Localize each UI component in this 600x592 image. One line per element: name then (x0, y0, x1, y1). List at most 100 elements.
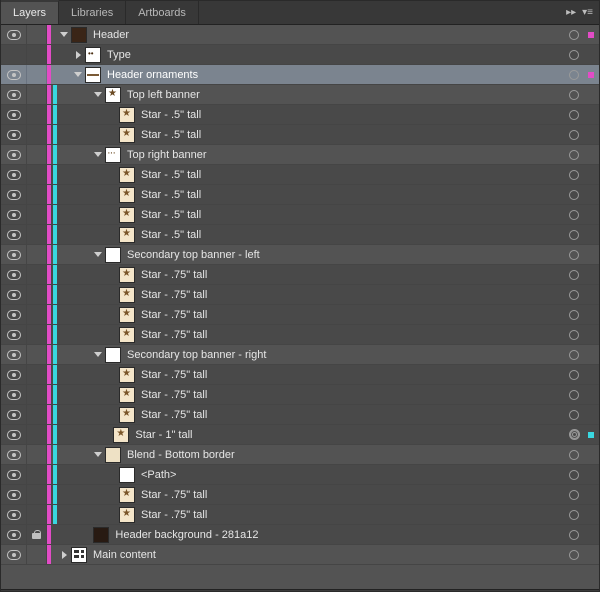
visibility-toggle[interactable] (1, 285, 27, 304)
visibility-toggle[interactable] (1, 545, 27, 564)
layer-row[interactable]: Star - .75" tall (1, 265, 599, 285)
target-button[interactable] (565, 130, 583, 140)
layer-label[interactable]: Type (107, 49, 131, 61)
disclosure-toggle[interactable] (71, 72, 85, 77)
visibility-toggle[interactable] (1, 305, 27, 324)
layer-thumbnail[interactable] (119, 127, 135, 143)
layer-label[interactable]: Top right banner (127, 149, 207, 161)
lock-toggle[interactable] (27, 165, 47, 184)
layer-thumbnail[interactable] (119, 207, 135, 223)
layer-row[interactable]: Secondary top banner - left (1, 245, 599, 265)
layer-label[interactable]: Top left banner (127, 89, 200, 101)
layer-thumbnail[interactable] (119, 287, 135, 303)
target-button[interactable] (565, 450, 583, 460)
tab-layers[interactable]: Layers (1, 0, 59, 24)
visibility-toggle[interactable] (1, 445, 27, 464)
layer-label[interactable]: Star - .5" tall (141, 189, 201, 201)
lock-toggle[interactable] (27, 285, 47, 304)
layer-row[interactable]: Secondary top banner - right (1, 345, 599, 365)
disclosure-toggle[interactable] (91, 252, 105, 257)
lock-toggle[interactable] (27, 365, 47, 384)
layer-row[interactable]: Star - .75" tall (1, 365, 599, 385)
target-button[interactable] (565, 150, 583, 160)
layer-row[interactable]: Star - .5" tall (1, 205, 599, 225)
layer-row[interactable]: Star - .75" tall (1, 405, 599, 425)
lock-toggle[interactable] (27, 465, 47, 484)
lock-toggle[interactable] (27, 125, 47, 144)
layer-label[interactable]: Star - .5" tall (141, 209, 201, 221)
target-button[interactable] (565, 210, 583, 220)
layer-row[interactable]: Top left banner (1, 85, 599, 105)
visibility-toggle[interactable] (1, 45, 27, 64)
layer-thumbnail[interactable] (105, 447, 121, 463)
layer-thumbnail[interactable] (119, 467, 135, 483)
layer-row[interactable]: Header background - 281a12 (1, 525, 599, 545)
layer-label[interactable]: Star - .75" tall (141, 369, 207, 381)
layer-thumbnail[interactable] (119, 387, 135, 403)
visibility-toggle[interactable] (1, 245, 27, 264)
layer-label[interactable]: Star - .5" tall (141, 129, 201, 141)
layer-row[interactable]: Star - .5" tall (1, 125, 599, 145)
lock-toggle[interactable] (27, 265, 47, 284)
lock-toggle[interactable] (27, 65, 47, 84)
layer-label[interactable]: Star - .75" tall (141, 489, 207, 501)
target-button[interactable] (565, 90, 583, 100)
visibility-toggle[interactable] (1, 365, 27, 384)
layer-thumbnail[interactable] (71, 27, 87, 43)
visibility-toggle[interactable] (1, 145, 27, 164)
layer-row[interactable]: Header ornaments (1, 65, 599, 85)
layer-thumbnail[interactable] (119, 167, 135, 183)
lock-toggle[interactable] (27, 105, 47, 124)
lock-toggle[interactable] (27, 545, 47, 564)
visibility-toggle[interactable] (1, 525, 27, 544)
layer-label[interactable]: Star - 1" tall (135, 429, 192, 441)
layer-label[interactable]: Star - .75" tall (141, 509, 207, 521)
layer-row[interactable]: Header (1, 25, 599, 45)
layer-label[interactable]: <Path> (141, 469, 176, 481)
visibility-toggle[interactable] (1, 265, 27, 284)
disclosure-toggle[interactable] (91, 452, 105, 457)
target-button[interactable] (565, 429, 583, 440)
layer-thumbnail[interactable] (119, 227, 135, 243)
disclosure-toggle[interactable] (57, 551, 71, 559)
visibility-toggle[interactable] (1, 425, 27, 444)
disclosure-toggle[interactable] (91, 152, 105, 157)
visibility-toggle[interactable] (1, 105, 27, 124)
layer-thumbnail[interactable] (105, 87, 121, 103)
lock-toggle[interactable] (27, 505, 47, 524)
target-button[interactable] (565, 30, 583, 40)
target-button[interactable] (565, 370, 583, 380)
target-button[interactable] (565, 70, 583, 80)
visibility-toggle[interactable] (1, 205, 27, 224)
lock-toggle[interactable] (27, 45, 47, 64)
layer-label[interactable]: Star - .75" tall (141, 309, 207, 321)
layer-label[interactable]: Header background - 281a12 (115, 529, 258, 541)
target-button[interactable] (565, 310, 583, 320)
layer-row[interactable]: Star - .75" tall (1, 325, 599, 345)
visibility-toggle[interactable] (1, 405, 27, 424)
tab-libraries[interactable]: Libraries (59, 1, 126, 24)
layer-thumbnail[interactable] (105, 247, 121, 263)
layer-thumbnail[interactable] (113, 427, 129, 443)
layer-row[interactable]: Type (1, 45, 599, 65)
expand-panel-icon[interactable]: ▸▸ (566, 7, 576, 18)
layer-thumbnail[interactable] (119, 327, 135, 343)
lock-toggle[interactable] (27, 485, 47, 504)
layer-thumbnail[interactable] (93, 527, 109, 543)
disclosure-toggle[interactable] (91, 352, 105, 357)
layer-thumbnail[interactable] (71, 547, 87, 563)
disclosure-toggle[interactable] (91, 92, 105, 97)
layer-label[interactable]: Star - .75" tall (141, 269, 207, 281)
lock-toggle[interactable] (27, 205, 47, 224)
layer-row[interactable]: Star - .5" tall (1, 225, 599, 245)
target-button[interactable] (565, 350, 583, 360)
target-button[interactable] (565, 410, 583, 420)
layer-row[interactable]: Star - .75" tall (1, 485, 599, 505)
visibility-toggle[interactable] (1, 225, 27, 244)
layer-row[interactable]: <Path> (1, 465, 599, 485)
target-button[interactable] (565, 290, 583, 300)
target-button[interactable] (565, 330, 583, 340)
visibility-toggle[interactable] (1, 165, 27, 184)
layer-label[interactable]: Blend - Bottom border (127, 449, 235, 461)
layer-thumbnail[interactable] (119, 267, 135, 283)
